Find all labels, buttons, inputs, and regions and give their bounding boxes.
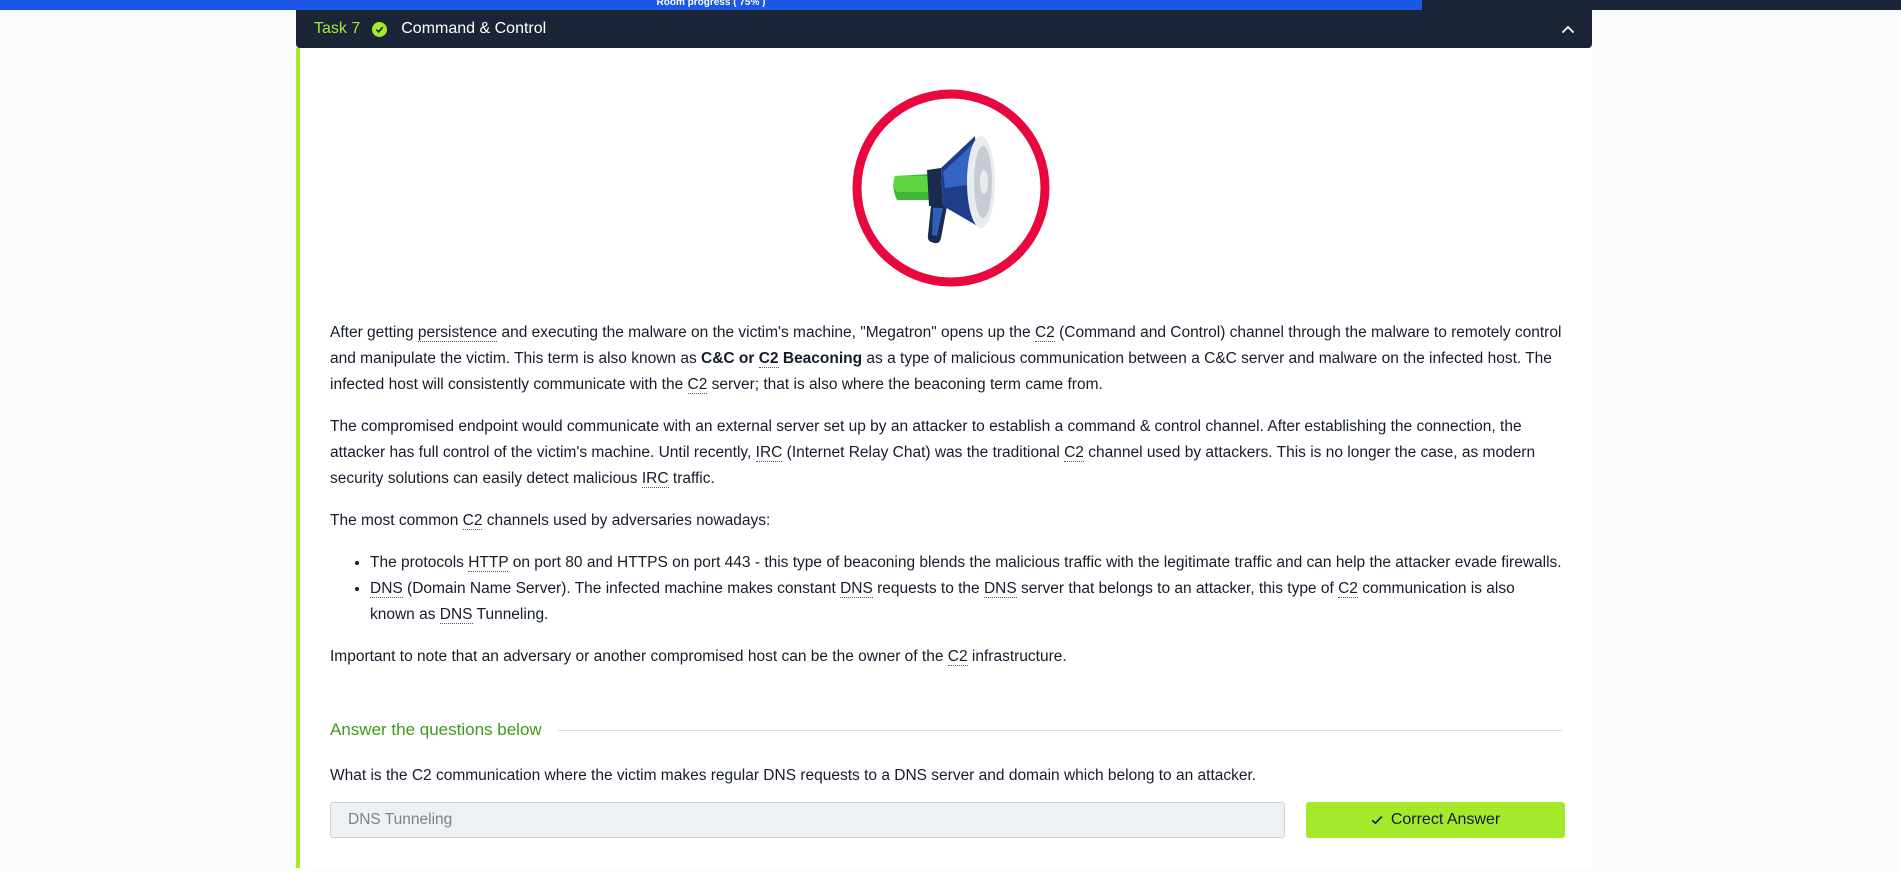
abbr-c2: C2 [1034,324,1055,342]
task-title: Command & Control [401,20,547,37]
paragraph-channels: The most common C2 channels used by adve… [330,512,771,530]
room-progress-bar: Room progress ( 75% ) [0,0,1901,10]
correct-answer-label: Correct Answer [1390,811,1501,828]
abbr-irc: IRC [755,444,783,462]
answer-section-heading: Answer the questions below [330,716,1562,744]
task-number: Task 7 [314,20,361,37]
progress-label: Room progress ( 75% ) [656,0,766,8]
bold-term: C&C or C2 Beaconing [701,350,863,368]
list-item: DNS (Domain Name Server). The infected m… [370,576,1562,628]
task-content-panel: After getting persistence and executing … [296,48,1592,868]
list-item: The protocols HTTP on port 80 and HTTPS … [370,550,1562,576]
answer-heading-text: Answer the questions below [330,720,542,739]
question-text: What is the C2 communication where the v… [330,767,1257,784]
abbr-c2: C2 [947,648,968,666]
paragraph-note: Important to note that an adversary or a… [330,648,1067,666]
abbr-c2: C2 [1338,580,1358,598]
channel-list: The protocols HTTP on port 80 and HTTPS … [330,550,1562,628]
megaphone-icon [852,89,1050,287]
abbr-dns: DNS [370,580,403,598]
check-icon [1371,816,1383,825]
paragraph-irc: The compromised endpoint would communica… [330,418,1536,488]
abbr-dns: DNS [983,580,1017,598]
chevron-up-icon[interactable] [1558,19,1578,39]
check-circle-icon [372,21,388,37]
task-description: After getting persistence and executing … [330,320,1562,686]
heading-divider [557,729,1562,731]
abbr-persistence: persistence [417,324,498,342]
abbr-c2: C2 [687,376,708,394]
correct-answer-button[interactable]: Correct Answer [1306,802,1565,838]
paragraph-intro: After getting persistence and executing … [330,324,1562,394]
abbr-c2: C2 [462,512,483,530]
abbr-dns: DNS [840,580,873,598]
abbr-http: HTTP [468,554,509,572]
abbr-c2: C2 [1064,444,1084,462]
answer-field[interactable]: DNS Tunneling [330,802,1285,838]
task-header[interactable]: Task 7 Command & Control [296,10,1592,48]
abbr-irc: IRC [641,470,669,488]
abbr-dns: DNS [439,606,473,624]
